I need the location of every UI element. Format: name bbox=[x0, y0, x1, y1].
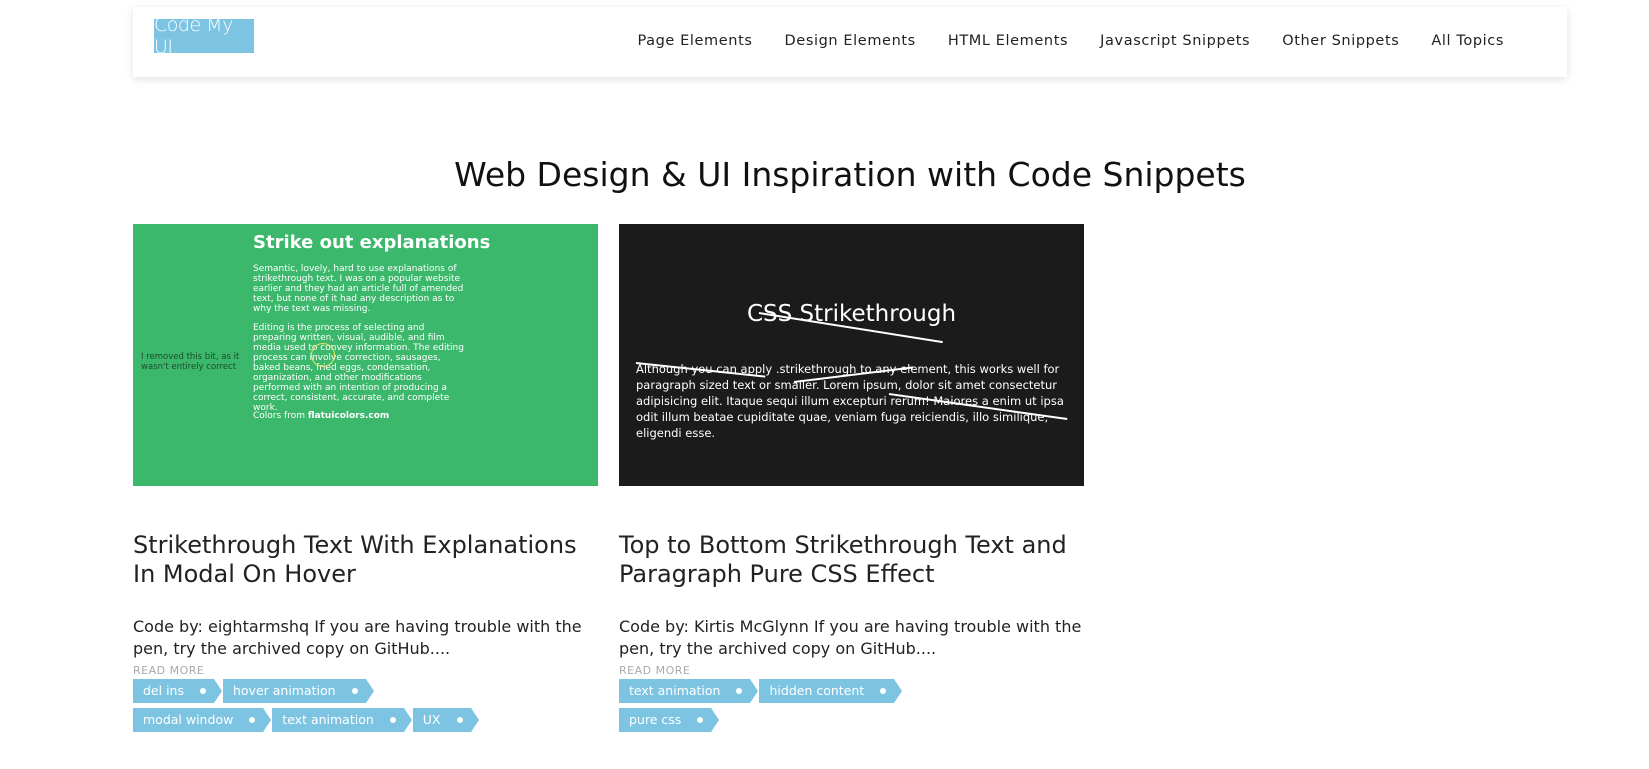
nav-page-elements[interactable]: Page Elements bbox=[637, 33, 752, 49]
snippet-card: Strike out explanations Semantic, lovely… bbox=[133, 224, 598, 737]
tag-list: del ins hover animation modal window tex… bbox=[133, 679, 493, 737]
tag-list: text animation hidden content pure css bbox=[619, 679, 979, 737]
tag-dot-icon bbox=[736, 688, 743, 694]
tag[interactable]: hover animation bbox=[222, 679, 374, 703]
thumb-side-note: I removed this bit, as it wasn't entirel… bbox=[141, 352, 240, 372]
tag-dot-icon bbox=[351, 688, 358, 694]
snippet-card: CSS Strikethrough Although you can apply… bbox=[619, 224, 1084, 737]
site-logo[interactable]: Code My UI bbox=[154, 14, 254, 58]
thumb-paragraph: Editing is the process of selecting and … bbox=[253, 323, 464, 413]
main-nav: Page Elements Design Elements HTML Eleme… bbox=[605, 33, 1504, 49]
tag-dot-icon bbox=[697, 717, 704, 723]
nav-design-elements[interactable]: Design Elements bbox=[785, 33, 916, 49]
tag[interactable]: modal window bbox=[133, 708, 272, 732]
nav-all-topics[interactable]: All Topics bbox=[1431, 33, 1504, 49]
tag[interactable]: del ins bbox=[133, 679, 222, 703]
read-more-link[interactable]: READ MORE bbox=[619, 664, 1084, 677]
page-title: Web Design & UI Inspiration with Code Sn… bbox=[454, 155, 1246, 194]
nav-html-elements[interactable]: HTML Elements bbox=[948, 33, 1068, 49]
tag-dot-icon bbox=[456, 717, 463, 723]
nav-javascript-snippets[interactable]: Javascript Snippets bbox=[1100, 33, 1250, 49]
card-title[interactable]: Strikethrough Text With Explanations In … bbox=[133, 531, 598, 589]
cursor-highlight bbox=[311, 343, 335, 367]
card-thumbnail[interactable]: CSS Strikethrough Although you can apply… bbox=[619, 224, 1084, 486]
thumb-paragraph: Semantic, lovely, hard to use explanatio… bbox=[253, 264, 464, 314]
site-header: Code My UI Page Elements Design Elements… bbox=[133, 7, 1567, 77]
tag-dot-icon bbox=[199, 688, 206, 694]
nav-other-snippets[interactable]: Other Snippets bbox=[1282, 33, 1399, 49]
tag[interactable]: text animation bbox=[619, 679, 759, 703]
tag[interactable]: UX bbox=[412, 708, 479, 732]
tag[interactable]: text animation bbox=[272, 708, 413, 732]
thumb-title: CSS Strikethrough bbox=[746, 301, 957, 327]
tag-dot-icon bbox=[249, 717, 256, 723]
tag-dot-icon bbox=[389, 717, 396, 723]
tag[interactable]: pure css bbox=[619, 708, 720, 732]
read-more-link[interactable]: READ MORE bbox=[133, 664, 598, 677]
card-thumbnail[interactable]: Strike out explanations Semantic, lovely… bbox=[133, 224, 598, 486]
thumb-title: Strike out explanations bbox=[253, 232, 491, 253]
card-title[interactable]: Top to Bottom Strikethrough Text and Par… bbox=[619, 531, 1084, 589]
card-description: Code by: eightarmshq If you are having t… bbox=[133, 617, 582, 658]
card-description: Code by: Kirtis McGlynn If you are havin… bbox=[619, 617, 1082, 658]
tag-dot-icon bbox=[880, 688, 887, 694]
thumb-colors-note: Colors from flatuicolors.com bbox=[253, 411, 390, 421]
tag[interactable]: hidden content bbox=[759, 679, 902, 703]
